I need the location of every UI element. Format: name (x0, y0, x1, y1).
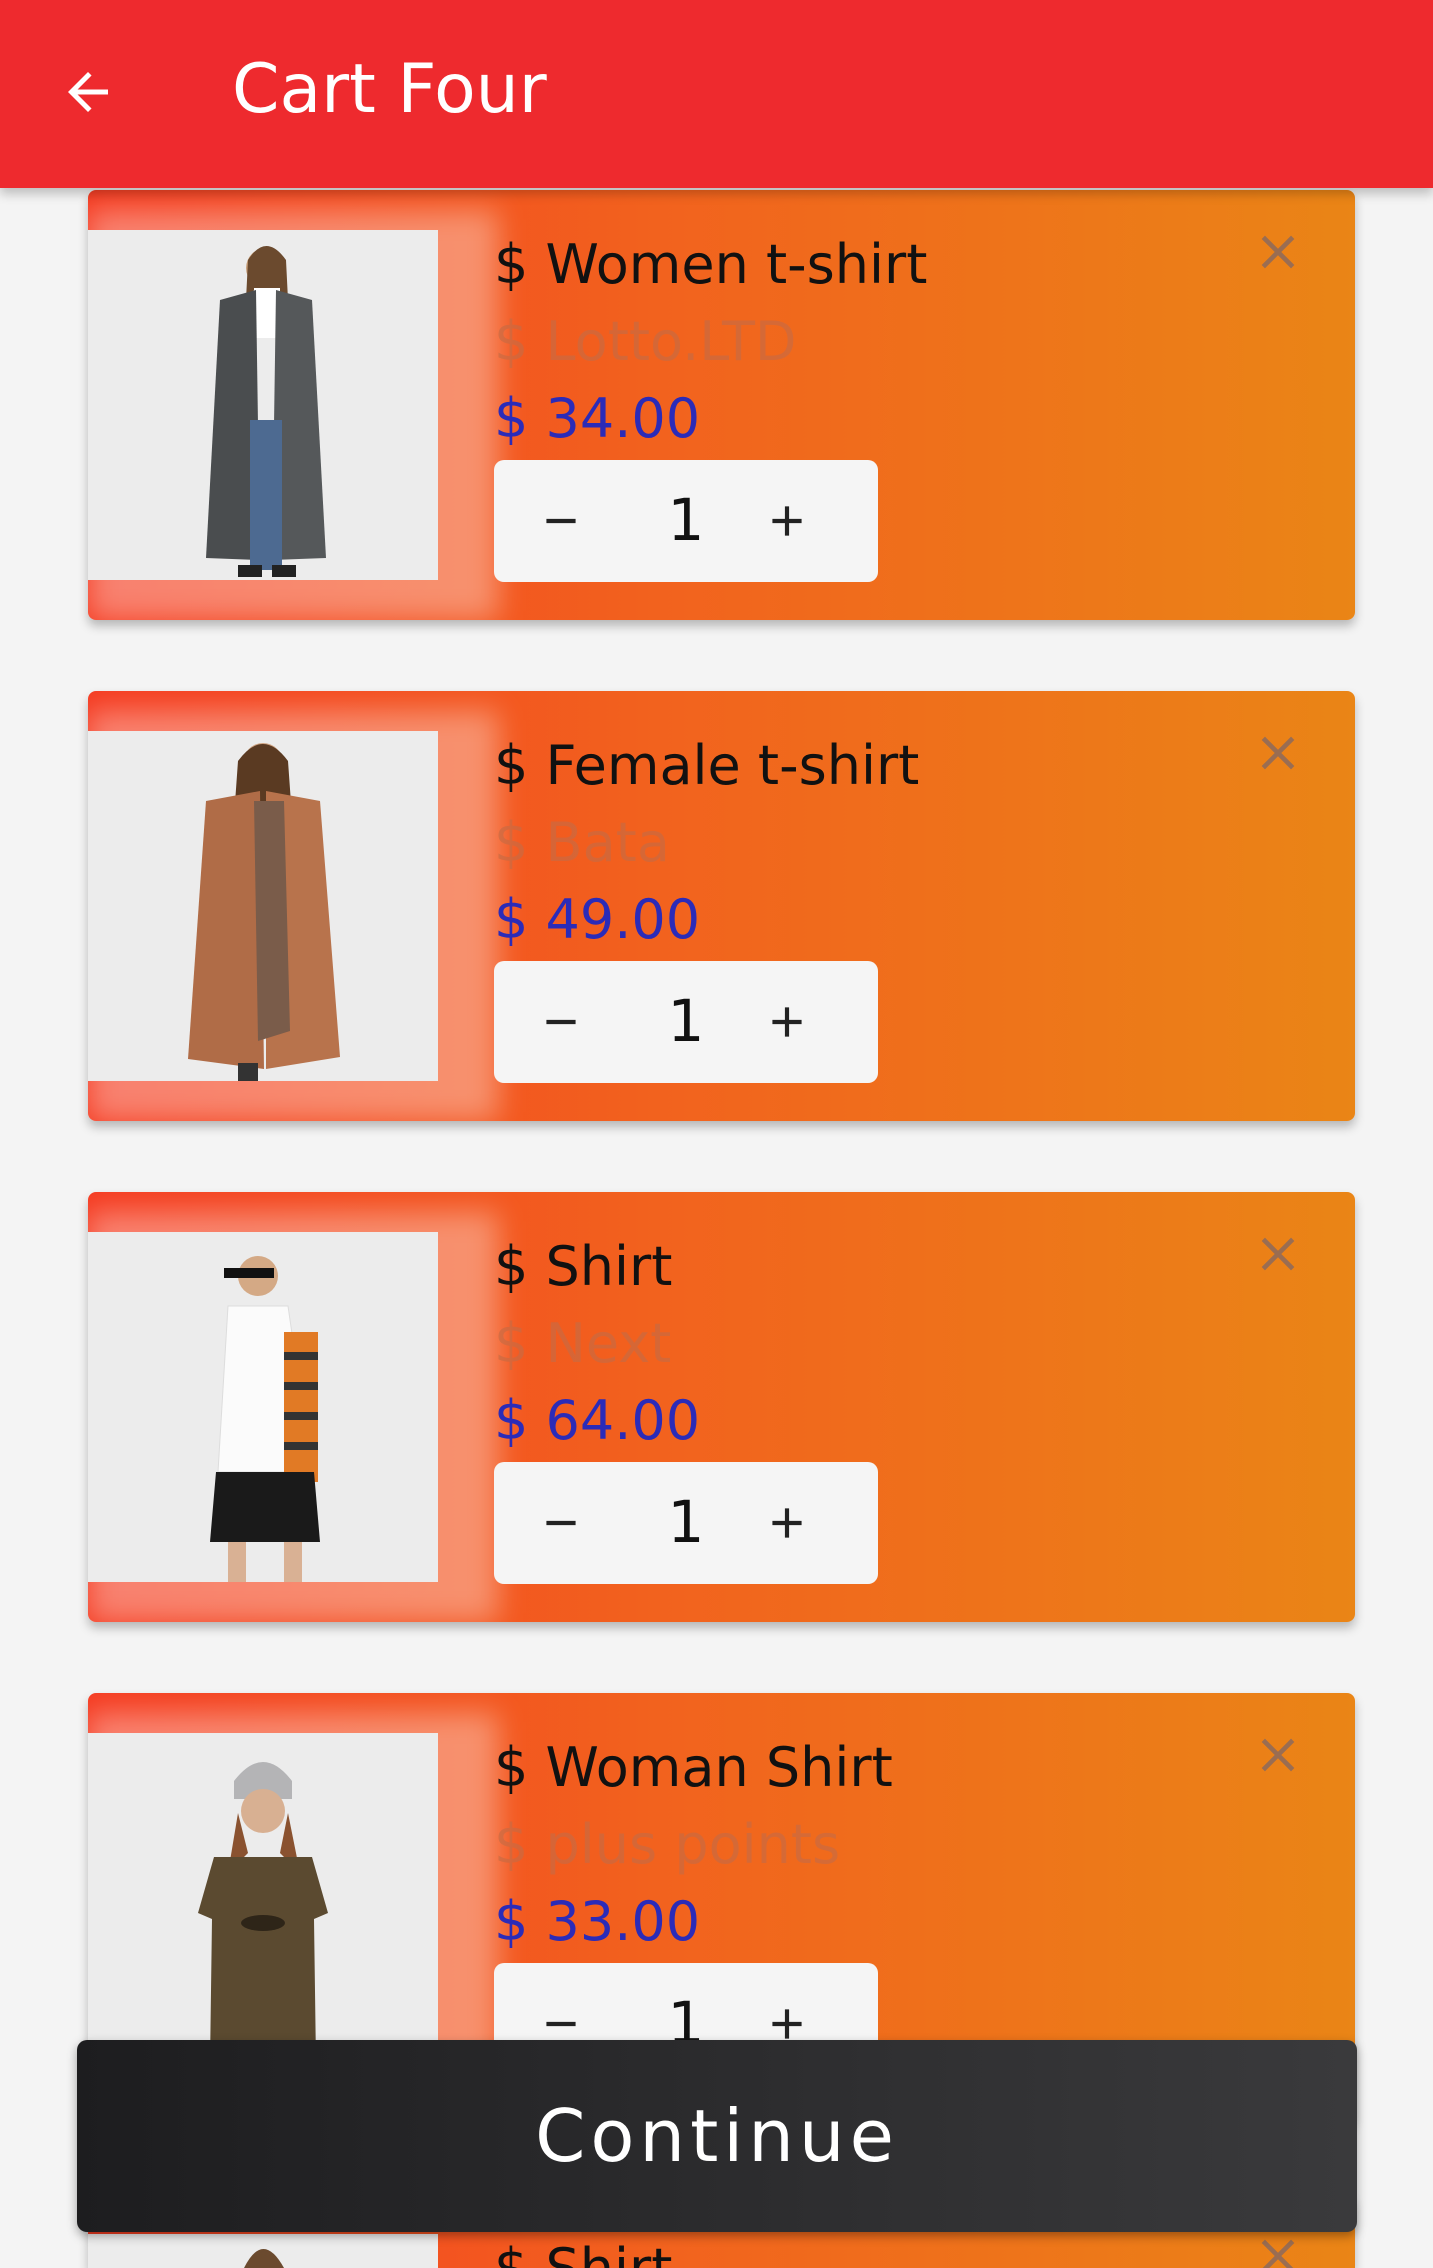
close-icon[interactable] (1250, 224, 1306, 280)
plus-icon[interactable] (762, 496, 812, 546)
product-name: $ Woman Shirt (494, 1736, 893, 1799)
close-icon[interactable] (1250, 1727, 1306, 1783)
product-image (88, 230, 438, 580)
arrow-left-icon[interactable] (58, 62, 118, 122)
product-price: $ 64.00 (494, 1389, 701, 1452)
product-image (88, 2234, 438, 2268)
product-name: $ Women t-shirt (494, 233, 928, 296)
close-icon[interactable] (1250, 725, 1306, 781)
page-title: Cart Four (232, 50, 547, 129)
product-image (88, 1232, 438, 1582)
cart-item-card: $ Shirt $ Next $ 64.00 1 (88, 1192, 1355, 1622)
quantity-stepper: 1 (494, 1462, 878, 1584)
quantity-value: 1 (667, 1488, 705, 1556)
product-name: $ Shirt (494, 1235, 673, 1298)
product-price: $ 49.00 (494, 888, 701, 951)
minus-icon[interactable] (536, 997, 586, 1047)
quantity-value: 1 (667, 987, 705, 1055)
product-name: $ Female t-shirt (494, 734, 920, 797)
product-image (88, 731, 438, 1081)
quantity-stepper: 1 (494, 961, 878, 1083)
minus-icon[interactable] (536, 1498, 586, 1548)
cart-item-card: $ Female t-shirt $ Bata $ 49.00 1 (88, 691, 1355, 1121)
product-name: $ Shirt (494, 2234, 672, 2268)
close-icon[interactable] (1250, 1226, 1306, 1282)
product-brand: $ Bata (494, 811, 670, 874)
product-brand: $ Lotto.LTD (494, 310, 797, 373)
product-price: $ 33.00 (494, 1890, 701, 1953)
app-bar: Cart Four (0, 0, 1433, 188)
cart-item-card: $ Women t-shirt $ Lotto.LTD $ 34.00 1 (88, 190, 1355, 620)
plus-icon[interactable] (762, 997, 812, 1047)
close-icon[interactable] (1250, 2228, 1306, 2268)
product-brand: $ Next (494, 1312, 672, 1375)
continue-button[interactable]: Continue (77, 2040, 1357, 2232)
cart-list[interactable]: $ Women t-shirt $ Lotto.LTD $ 34.00 1 $ (0, 0, 1433, 2268)
quantity-stepper: 1 (494, 460, 878, 582)
product-image (88, 1733, 438, 2083)
product-brand: $ plus points (494, 1813, 841, 1876)
product-price: $ 34.00 (494, 387, 701, 450)
plus-icon[interactable] (762, 1498, 812, 1548)
quantity-value: 1 (667, 486, 705, 554)
minus-icon[interactable] (536, 496, 586, 546)
